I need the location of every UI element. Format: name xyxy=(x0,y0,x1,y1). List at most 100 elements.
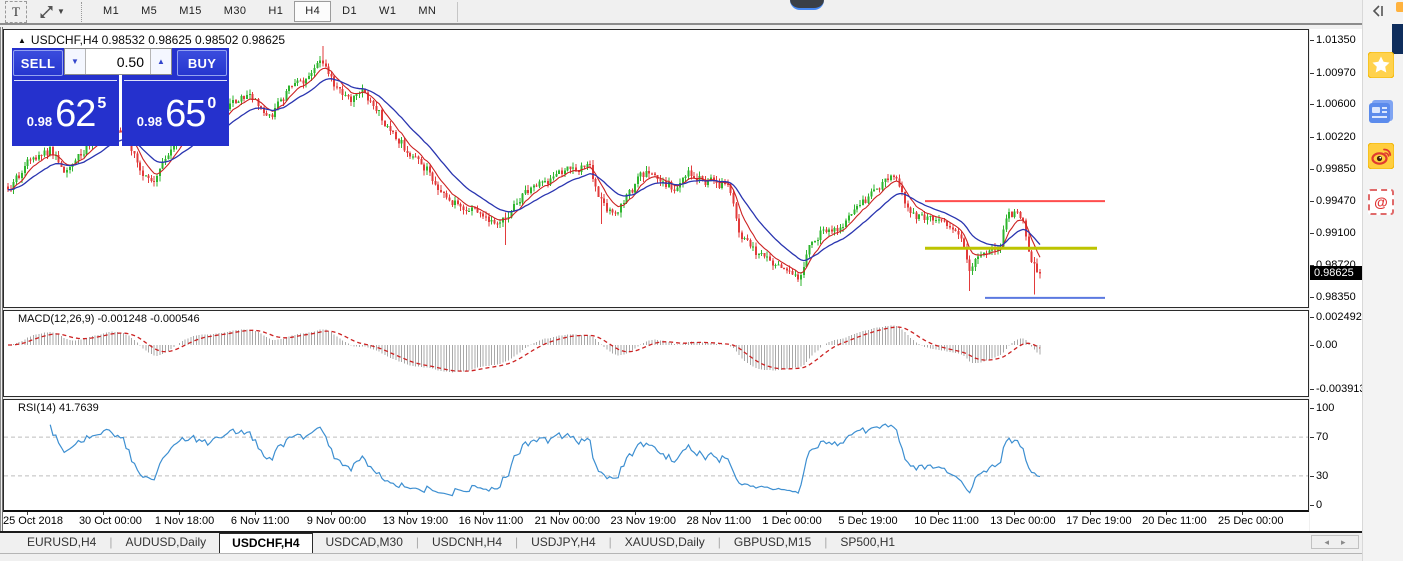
arrow-right-icon[interactable]: ▸ xyxy=(1341,538,1346,547)
time-label: 25 Oct 2018 xyxy=(3,515,63,527)
macd-tick-label: 0.00 xyxy=(1316,339,1337,351)
arrow-objects-icon xyxy=(39,5,54,19)
navy-edge-panel[interactable] xyxy=(1392,24,1403,54)
price-tick-label: 1.00220 xyxy=(1316,131,1356,143)
price-tick-label: 0.99470 xyxy=(1316,195,1356,207)
axis-tick-mark xyxy=(1310,40,1314,41)
rsi-tick-label: 30 xyxy=(1316,470,1328,482)
text-tool-button[interactable]: T xyxy=(5,1,27,23)
axis-tick-mark xyxy=(1310,345,1314,346)
timeframe-button-W1[interactable]: W1 xyxy=(368,1,407,22)
volume-input[interactable] xyxy=(86,49,150,74)
buy-price: 0.98 65 0 xyxy=(122,82,229,146)
symbol-ohlc-label: ▲USDCHF,H4 0.98532 0.98625 0.98502 0.986… xyxy=(18,33,285,47)
timeframe-button-H4[interactable]: H4 xyxy=(294,1,331,22)
axis-tick-mark xyxy=(1310,104,1314,105)
divider xyxy=(14,80,117,81)
time-label: 5 Dec 19:00 xyxy=(838,515,897,527)
partial-icon xyxy=(1396,2,1403,12)
favorites-button[interactable] xyxy=(1368,52,1394,78)
time-label: 13 Nov 19:00 xyxy=(383,515,448,527)
time-label: 28 Nov 11:00 xyxy=(686,515,751,527)
axis-tick-mark xyxy=(1310,201,1314,202)
time-label: 1 Nov 18:00 xyxy=(155,515,214,527)
price-tick-label: 1.00600 xyxy=(1316,98,1356,110)
price-axis[interactable]: 1.01350 1.00970 1.00600 1.00220 0.99850 0.994… xyxy=(1310,29,1362,531)
price-tick-label: 1.01350 xyxy=(1316,34,1356,46)
sell-price-big: 62 xyxy=(55,95,95,133)
buy-price-big: 65 xyxy=(165,95,205,133)
current-price-tag: 0.98625 xyxy=(1310,266,1362,280)
timeframe-button-MN[interactable]: MN xyxy=(407,1,447,22)
mail-button[interactable]: @ xyxy=(1368,189,1394,215)
tab-scroll-buttons: ◂ ▸ xyxy=(1311,535,1359,549)
axis-tick-mark xyxy=(1310,233,1314,234)
macd-tick-label: 0.002492 xyxy=(1316,311,1362,323)
timeframe-toolbar: M1M5M15M30H1H4D1W1MN xyxy=(92,1,447,22)
one-click-trading-panel: SELL 0.98 62 5 BUY 0.98 65 0 ▼ xyxy=(12,48,229,146)
chevron-down-icon: ▼ xyxy=(57,7,65,16)
text-tool-icon: T xyxy=(12,4,20,20)
time-label: 16 Nov 11:00 xyxy=(459,515,524,527)
volume-increase-button[interactable]: ▲ xyxy=(150,49,171,74)
time-axis[interactable]: 25 Oct 2018 30 Oct 00:00 1 Nov 18:00 6 Nov … xyxy=(3,512,1309,531)
rsi-canvas[interactable] xyxy=(4,400,1308,509)
time-label: 17 Dec 19:00 xyxy=(1066,515,1131,527)
time-label: 20 Dec 11:00 xyxy=(1142,515,1207,527)
arrow-objects-button[interactable]: ▼ xyxy=(35,2,69,22)
time-label: 25 Dec 00:00 xyxy=(1218,515,1283,527)
time-label: 30 Oct 00:00 xyxy=(79,515,142,527)
sell-button[interactable]: SELL xyxy=(13,50,63,76)
sell-price-pip: 5 xyxy=(97,95,106,113)
toolbar-grip[interactable] xyxy=(81,2,83,22)
collapse-sidebar-button[interactable] xyxy=(1370,4,1388,19)
rsi-panel[interactable]: RSI(14) 41.7639 xyxy=(3,399,1309,512)
price-tick-label: 0.99100 xyxy=(1316,227,1356,239)
at-mail-icon: @ xyxy=(1368,189,1394,215)
time-label: 6 Nov 11:00 xyxy=(231,515,290,527)
timeframe-button-M5[interactable]: M5 xyxy=(130,1,168,22)
timeframe-button-M1[interactable]: M1 xyxy=(92,1,130,22)
axis-tick-mark xyxy=(1310,437,1314,438)
axis-tick-mark xyxy=(1310,73,1314,74)
sell-price-prefix: 0.98 xyxy=(27,114,52,129)
news-feed-icon xyxy=(1368,98,1394,124)
axis-tick-mark xyxy=(1310,476,1314,477)
price-tick-label: 0.99850 xyxy=(1316,163,1356,175)
time-label: 13 Dec 00:00 xyxy=(990,515,1055,527)
tab-usdcnh-h4[interactable]: USDCNH,H4 xyxy=(419,533,515,552)
tab-eurusd-h4[interactable]: EURUSD,H4 xyxy=(14,533,109,552)
arrow-left-icon[interactable]: ◂ xyxy=(1324,538,1329,547)
star-icon xyxy=(1368,52,1394,78)
sell-price: 0.98 62 5 xyxy=(12,82,119,146)
tab-usdcad-m30[interactable]: USDCAD,M30 xyxy=(313,533,416,552)
axis-tick-mark xyxy=(1310,297,1314,298)
macd-tick-label: -0.003913 xyxy=(1316,383,1366,395)
price-tick-label: 1.00970 xyxy=(1316,67,1356,79)
macd-panel[interactable]: MACD(12,26,9) -0.001248 -0.000546 xyxy=(3,310,1309,397)
tab-usdchf-h4[interactable]: USDCHF,H4 xyxy=(219,533,312,554)
status-strip xyxy=(0,553,1362,561)
weibo-button[interactable] xyxy=(1368,143,1394,169)
buy-button[interactable]: BUY xyxy=(177,50,227,76)
timeframe-button-M15[interactable]: M15 xyxy=(168,1,213,22)
browser-sidebar: @ xyxy=(1362,0,1403,561)
macd-label: MACD(12,26,9) -0.001248 -0.000546 xyxy=(18,313,200,325)
floating-browser-logo[interactable] xyxy=(790,0,824,10)
time-label: 23 Nov 19:00 xyxy=(611,515,676,527)
timeframe-button-M30[interactable]: M30 xyxy=(213,1,258,22)
tab-sp500-h1[interactable]: SP500,H1 xyxy=(827,533,908,552)
tab-audusd-daily[interactable]: AUDUSD,Daily xyxy=(112,533,219,552)
news-feed-button[interactable] xyxy=(1368,98,1394,124)
top-toolbar: T ▼ M1M5M15M30H1H4D1W1MN xyxy=(0,0,1362,25)
timeframe-button-H1[interactable]: H1 xyxy=(257,1,294,22)
time-label: 10 Dec 11:00 xyxy=(914,515,979,527)
tab-usdjpy-h4[interactable]: USDJPY,H4 xyxy=(518,533,608,552)
rsi-chart[interactable] xyxy=(4,400,1308,514)
volume-decrease-button[interactable]: ▼ xyxy=(65,49,86,74)
main-chart-panel[interactable]: ▲USDCHF,H4 0.98532 0.98625 0.98502 0.986… xyxy=(3,29,1309,308)
weibo-eye-icon xyxy=(1368,143,1394,169)
tab-gbpusd-m15[interactable]: GBPUSD,M15 xyxy=(721,533,824,552)
timeframe-button-D1[interactable]: D1 xyxy=(331,1,368,22)
tab-xauusd-daily[interactable]: XAUUSD,Daily xyxy=(612,533,718,552)
